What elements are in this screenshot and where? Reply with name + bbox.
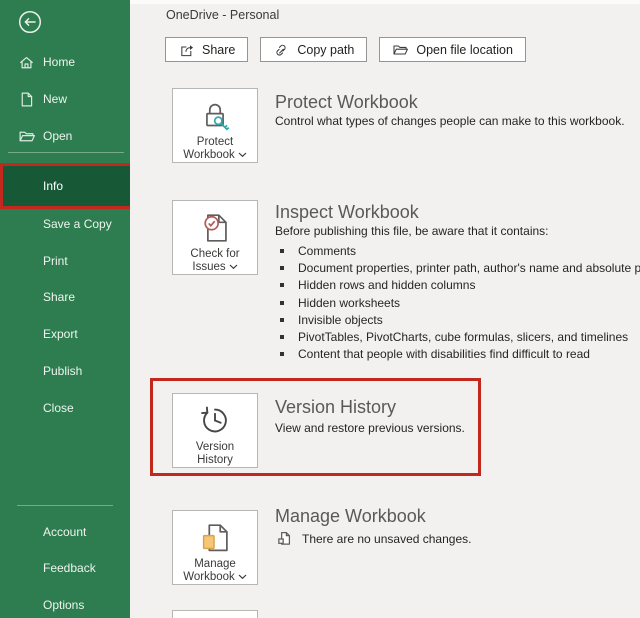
manage-workbook-title: Manage Workbook [275,504,426,528]
bullet-square-icon [280,318,284,322]
share-button-label: Share [202,43,235,57]
protect-workbook-button[interactable]: Protect Workbook [172,88,258,163]
new-document-icon [18,91,35,108]
open-file-location-button-label: Open file location [416,43,513,57]
manage-workbook-document-icon [196,518,234,558]
sidebar-item-export[interactable]: Export [43,326,78,342]
share-button[interactable]: Share [165,37,248,62]
bullet-square-icon [280,249,284,253]
copy-path-button-label: Copy path [297,43,354,57]
back-button[interactable] [17,9,43,35]
dropdown-caret-icon [229,264,238,270]
top-strip [130,0,640,4]
home-icon [18,54,35,71]
inspect-findings-list: Comments Document properties, printer pa… [280,242,640,363]
inspect-workbook-title: Inspect Workbook [275,200,419,224]
sidebar-item-label: Home [43,55,75,69]
bullet-square-icon [280,283,284,287]
tile-label: Check for Issues [190,248,239,274]
bullet-square-icon [280,301,284,305]
bullet-square-icon [280,352,284,356]
list-item: Hidden rows and hidden columns [280,277,640,294]
lock-key-icon [196,96,234,136]
list-item: PivotTables, PivotCharts, cube formulas,… [280,328,640,345]
back-arrow-icon [17,9,43,35]
sidebar-item-label: Open [43,129,72,143]
version-history-clock-icon [196,401,234,441]
copy-path-button[interactable]: Copy path [260,37,367,62]
sidebar-item-share[interactable]: Share [43,289,75,305]
list-item: Invisible objects [280,311,640,328]
sidebar-item-home[interactable]: Home [0,50,130,74]
sidebar-item-close[interactable]: Close [43,400,74,416]
sidebar-item-print[interactable]: Print [43,253,68,269]
sidebar-item-info-selected[interactable]: Info [0,163,136,209]
open-folder-icon [18,128,35,145]
tile-label: Version History [196,441,234,467]
inspect-workbook-description: Before publishing this file, be aware th… [275,223,549,239]
status-text: There are no unsaved changes. [302,532,471,546]
unsaved-changes-icon [276,530,293,547]
list-item: Document properties, printer path, autho… [280,259,640,276]
sidebar-item-options[interactable]: Options [43,597,84,613]
sidebar-item-account[interactable]: Account [43,524,86,540]
dropdown-caret-icon [238,152,247,158]
link-icon [273,42,289,58]
protect-workbook-title: Protect Workbook [275,90,418,114]
share-icon [178,42,194,58]
check-for-issues-button[interactable]: Check for Issues [172,200,258,275]
sidebar-item-label: New [43,92,67,106]
partial-button-tile[interactable] [172,610,258,618]
version-history-button[interactable]: Version History [172,393,258,468]
version-history-description: View and restore previous versions. [275,420,465,436]
version-history-title: Version History [275,395,396,419]
sidebar-item-feedback[interactable]: Feedback [43,560,96,576]
sidebar-divider [8,152,124,153]
folder-icon [392,42,408,58]
tile-label: Manage Workbook [183,558,247,584]
protect-workbook-description: Control what types of changes people can… [275,113,625,129]
list-item: Content that people with disabilities fi… [280,346,640,363]
inspect-document-check-icon [196,208,234,248]
dropdown-caret-icon [238,574,247,580]
manage-workbook-button[interactable]: Manage Workbook [172,510,258,585]
sidebar-item-label: Info [43,179,63,193]
document-toolbar: Share Copy path Open file location [165,37,526,62]
tile-label: Protect Workbook [183,136,247,162]
info-page-content: OneDrive - Personal Share Copy path [130,0,640,618]
unsaved-changes-status: There are no unsaved changes. [276,530,471,547]
list-item: Hidden worksheets [280,294,640,311]
open-file-location-button[interactable]: Open file location [379,37,526,62]
bullet-square-icon [280,335,284,339]
document-location-label: OneDrive - Personal [166,8,279,22]
sidebar-item-new[interactable]: New [0,87,130,111]
sidebar-item-save-a-copy[interactable]: Save a Copy [43,216,112,232]
sidebar-item-open[interactable]: Open [0,124,130,148]
bullet-square-icon [280,266,284,270]
list-item: Comments [280,242,640,259]
backstage-sidebar: Home New Open Info Save a Copy Print Sha… [0,0,130,618]
sidebar-item-publish[interactable]: Publish [43,363,82,379]
sidebar-divider [17,505,113,506]
